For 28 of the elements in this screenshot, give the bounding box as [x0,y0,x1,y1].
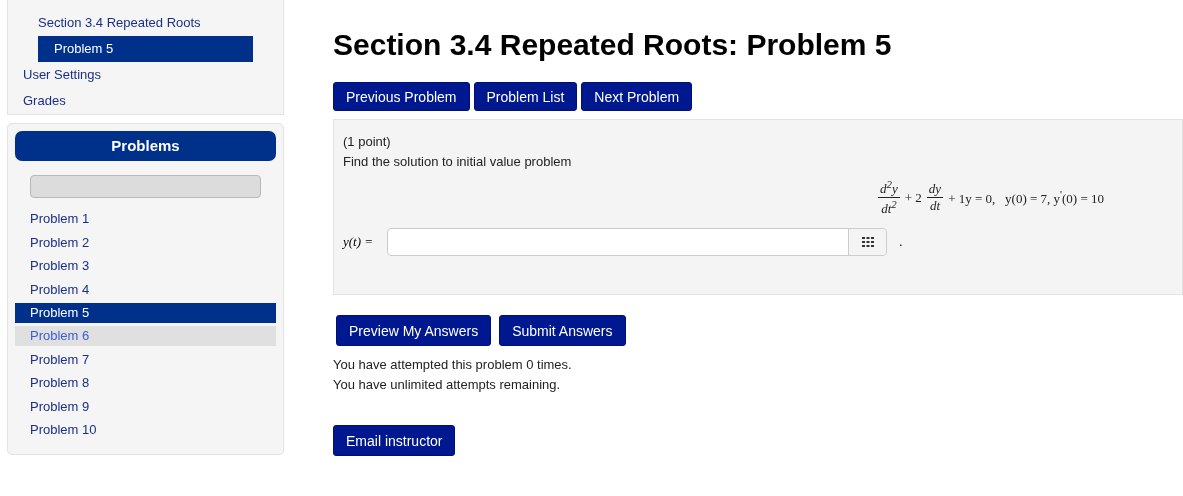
nav-button[interactable]: Next Problem [581,82,693,111]
problem-link[interactable]: Problem 1 [15,209,276,230]
problem-statement: Find the solution to initial value problem [343,153,573,171]
panel-header: Problems [15,131,276,161]
nav-link[interactable]: Grades [8,88,283,114]
problem-link[interactable]: Problem 8 [15,373,276,394]
answer-button[interactable]: Submit Answers [499,315,626,346]
problem-link[interactable]: Problem 10 [15,419,276,440]
nav-link[interactable]: User Settings [8,62,283,88]
problem-link[interactable]: Problem 2 [15,232,276,253]
problem-link[interactable]: Problem 7 [15,349,276,370]
attempts-text: You have unlimited attempts remaining. [333,376,562,394]
nav-link[interactable]: Section 3.4 Repeated Roots [8,10,283,36]
answer-label: y(t) = [343,233,375,250]
problem-link[interactable]: Problem 9 [15,396,276,417]
problem-link[interactable]: Problem 6 [15,326,276,347]
points-text: (1 point) [343,133,392,151]
email-button[interactable]: Email instructor [333,425,456,456]
attempts-text: You have attempted this problem 0 times. [333,356,573,374]
answer-suffix: . [899,234,903,250]
problem-link[interactable]: Problem 4 [15,279,276,300]
page-title: Section 3.4 Repeated Roots: Problem 5 [333,28,893,62]
nav-link[interactable]: Problem 5 [38,36,253,62]
nav-button[interactable]: Problem List [473,82,578,111]
nav-button[interactable]: Previous Problem [333,82,470,111]
answer-button[interactable]: Preview My Answers [336,315,492,346]
problem-link[interactable]: Problem 3 [15,256,276,277]
problem-link[interactable]: Problem 5 [15,302,276,323]
